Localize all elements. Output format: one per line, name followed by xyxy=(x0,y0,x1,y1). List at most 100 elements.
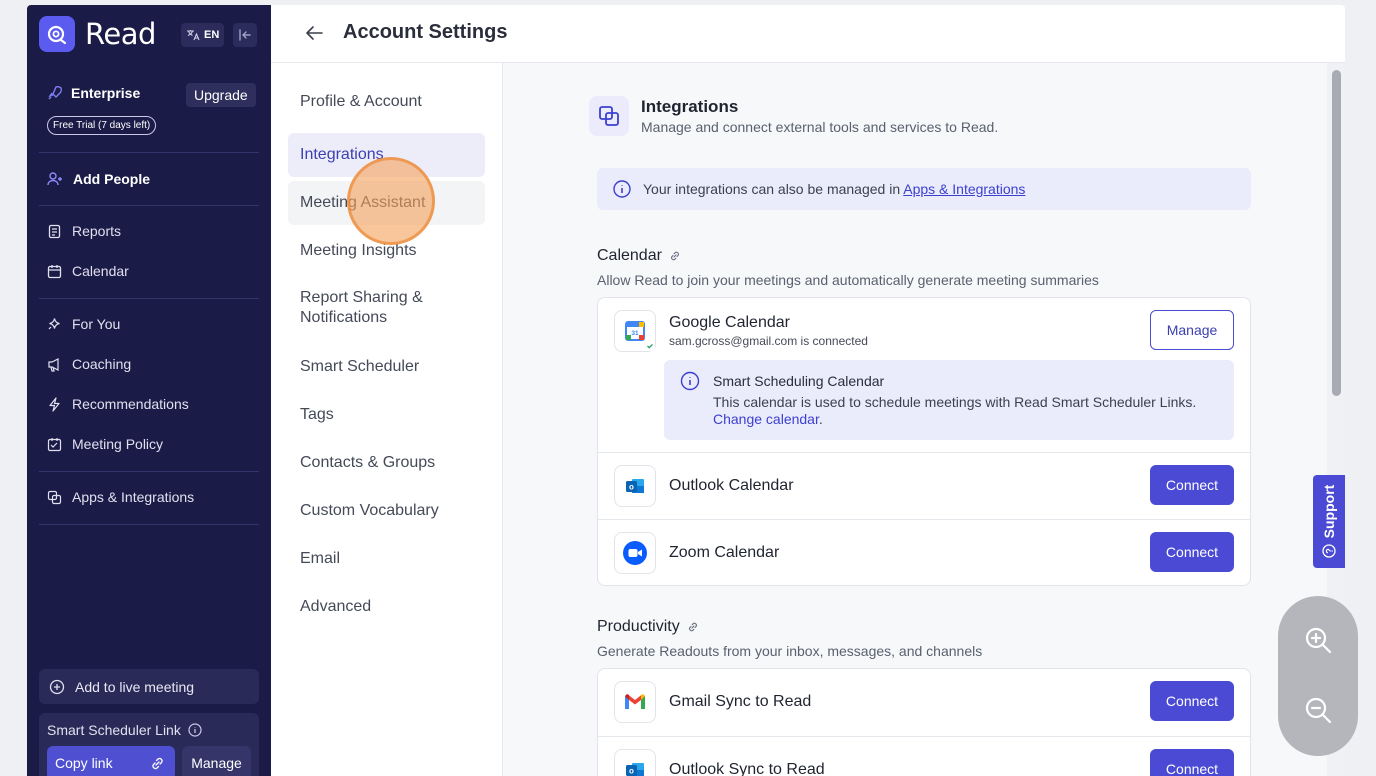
tab-custom-vocabulary[interactable]: Custom Vocabulary xyxy=(288,494,485,528)
link-icon xyxy=(152,757,163,769)
outlook-calendar-row: o Outlook Calendar Connect xyxy=(598,452,1250,519)
banner-message: Your integrations can also be managed in xyxy=(643,181,904,197)
tab-advanced[interactable]: Advanced xyxy=(288,590,485,624)
smart-scheduler-label: Smart Scheduler Link xyxy=(47,722,181,738)
info-banner: Your integrations can also be managed in… xyxy=(597,168,1251,210)
zoom-in-button[interactable] xyxy=(1298,620,1338,660)
sidebar-item-recommendations[interactable]: Recommendations xyxy=(47,393,189,415)
svg-text:31: 31 xyxy=(631,330,639,337)
connect-outlook-sync-button[interactable]: Connect xyxy=(1150,749,1234,776)
page-header: Account Settings xyxy=(271,5,1345,63)
section-title: Integrations xyxy=(641,97,739,116)
calendar-title: Calendar xyxy=(597,247,662,264)
google-calendar-row: 31 Google Calendar sam.gcross@gmail.com … xyxy=(598,298,1250,452)
svg-text:o: o xyxy=(629,767,634,776)
apps-integrations-link[interactable]: Apps & Integrations xyxy=(903,181,1025,197)
productivity-title: Productivity xyxy=(597,618,680,635)
sidebar: Read EN Enterprise Upgrade Free Trial (7… xyxy=(27,5,271,776)
calendar-group-title: Calendar xyxy=(597,247,681,265)
add-to-live-meeting-button[interactable]: Add to live meeting xyxy=(39,669,259,704)
tab-email[interactable]: Email xyxy=(288,542,485,576)
tab-tags[interactable]: Tags xyxy=(288,398,485,432)
upgrade-button[interactable]: Upgrade xyxy=(186,83,256,107)
link-icon[interactable] xyxy=(669,250,681,262)
info-icon[interactable] xyxy=(188,723,202,737)
tab-smart-scheduler[interactable]: Smart Scheduler xyxy=(288,350,485,384)
sidebar-item-label: Reports xyxy=(72,223,122,239)
help-circle-icon xyxy=(1322,544,1336,558)
collapse-sidebar-button[interactable] xyxy=(233,23,257,47)
productivity-card: Gmail Sync to Read Connect o Outlook Syn… xyxy=(597,668,1251,776)
info-icon xyxy=(613,180,631,198)
zoom-calendar-name: Zoom Calendar xyxy=(669,544,780,561)
manage-google-calendar-button[interactable]: Manage xyxy=(1150,310,1234,350)
megaphone-icon xyxy=(48,357,59,372)
sidebar-item-meeting-policy[interactable]: Meeting Policy xyxy=(47,433,163,455)
divider xyxy=(39,205,259,206)
sparkle-icon xyxy=(48,317,60,329)
connect-gmail-button[interactable]: Connect xyxy=(1150,681,1234,721)
divider xyxy=(39,152,259,153)
sidebar-item-reports[interactable]: Reports xyxy=(47,220,121,242)
app-window: Read EN Enterprise Upgrade Free Trial (7… xyxy=(27,5,1345,776)
add-people-button[interactable]: Add People xyxy=(47,168,150,190)
calendar-icon xyxy=(47,264,62,278)
smart-scheduling-desc: This calendar is used to schedule meetin… xyxy=(713,394,1218,428)
translate-icon xyxy=(187,30,200,41)
google-calendar-icon: 31 xyxy=(614,310,656,352)
plus-circle-icon xyxy=(49,679,65,694)
smart-scheduler-title: Smart Scheduler Link xyxy=(47,722,202,738)
back-arrow-icon[interactable] xyxy=(305,23,325,43)
sidebar-item-calendar[interactable]: Calendar xyxy=(47,260,129,282)
brand[interactable]: Read xyxy=(39,15,156,53)
add-people-label: Add People xyxy=(73,171,151,187)
click-indicator xyxy=(347,157,435,245)
rocket-icon xyxy=(48,86,62,100)
google-calendar-status: sam.gcross@gmail.com is connected xyxy=(669,334,868,348)
gmail-sync-name: Gmail Sync to Read xyxy=(669,693,812,710)
scrollbar-thumb[interactable] xyxy=(1332,70,1341,396)
sidebar-item-for-you[interactable]: For You xyxy=(47,313,120,335)
outlook-calendar-name: Outlook Calendar xyxy=(669,477,794,494)
support-label: Support xyxy=(1321,484,1337,539)
tab-profile-account[interactable]: Profile & Account xyxy=(288,85,485,119)
zoom-out-button[interactable] xyxy=(1298,690,1338,730)
smart-scheduling-desc-text: This calendar is used to schedule meetin… xyxy=(713,394,1197,410)
plan-name: Enterprise xyxy=(71,85,141,101)
outlook-icon: o xyxy=(614,749,656,776)
brand-name: Read xyxy=(85,17,156,51)
tab-contacts-groups[interactable]: Contacts & Groups xyxy=(288,446,485,480)
google-calendar-name: Google Calendar xyxy=(669,314,790,331)
smart-scheduling-note: Smart Scheduling Calendar This calendar … xyxy=(664,360,1234,440)
sidebar-item-label: Calendar xyxy=(72,263,129,279)
change-calendar-link[interactable]: Change calendar xyxy=(713,411,819,427)
connect-outlook-calendar-button[interactable]: Connect xyxy=(1150,465,1234,505)
plan-label: Enterprise xyxy=(47,85,140,101)
report-icon xyxy=(48,224,61,238)
sidebar-item-apps-integrations[interactable]: Apps & Integrations xyxy=(47,486,194,508)
productivity-group-title: Productivity xyxy=(597,618,699,636)
divider xyxy=(39,524,259,525)
sidebar-item-label: Meeting Policy xyxy=(72,436,164,452)
divider xyxy=(39,298,259,299)
connect-zoom-calendar-button[interactable]: Connect xyxy=(1150,532,1234,572)
outlook-sync-row: o Outlook Sync to Read Connect xyxy=(598,736,1250,776)
info-icon xyxy=(680,371,700,391)
sidebar-item-coaching[interactable]: Coaching xyxy=(47,353,131,375)
read-logo-icon xyxy=(39,16,75,52)
language-switcher[interactable]: EN xyxy=(181,23,225,47)
gmail-icon xyxy=(614,681,656,723)
zoom-out-icon xyxy=(1305,697,1332,724)
link-icon[interactable] xyxy=(687,621,699,633)
manage-scheduler-button[interactable]: Manage xyxy=(182,746,251,776)
tab-report-sharing[interactable]: Report Sharing & Notifications xyxy=(288,284,485,332)
divider xyxy=(39,471,259,472)
gmail-sync-row: Gmail Sync to Read Connect xyxy=(598,669,1250,736)
sidebar-item-label: For You xyxy=(72,316,121,332)
sidebar-item-label: Recommendations xyxy=(72,396,189,412)
outlook-icon: o xyxy=(614,465,656,507)
support-tab[interactable]: Support xyxy=(1313,475,1345,568)
copy-link-button[interactable]: Copy link xyxy=(47,746,175,776)
calendar-card: 31 Google Calendar sam.gcross@gmail.com … xyxy=(597,297,1251,586)
zoom-in-icon xyxy=(1305,627,1332,654)
